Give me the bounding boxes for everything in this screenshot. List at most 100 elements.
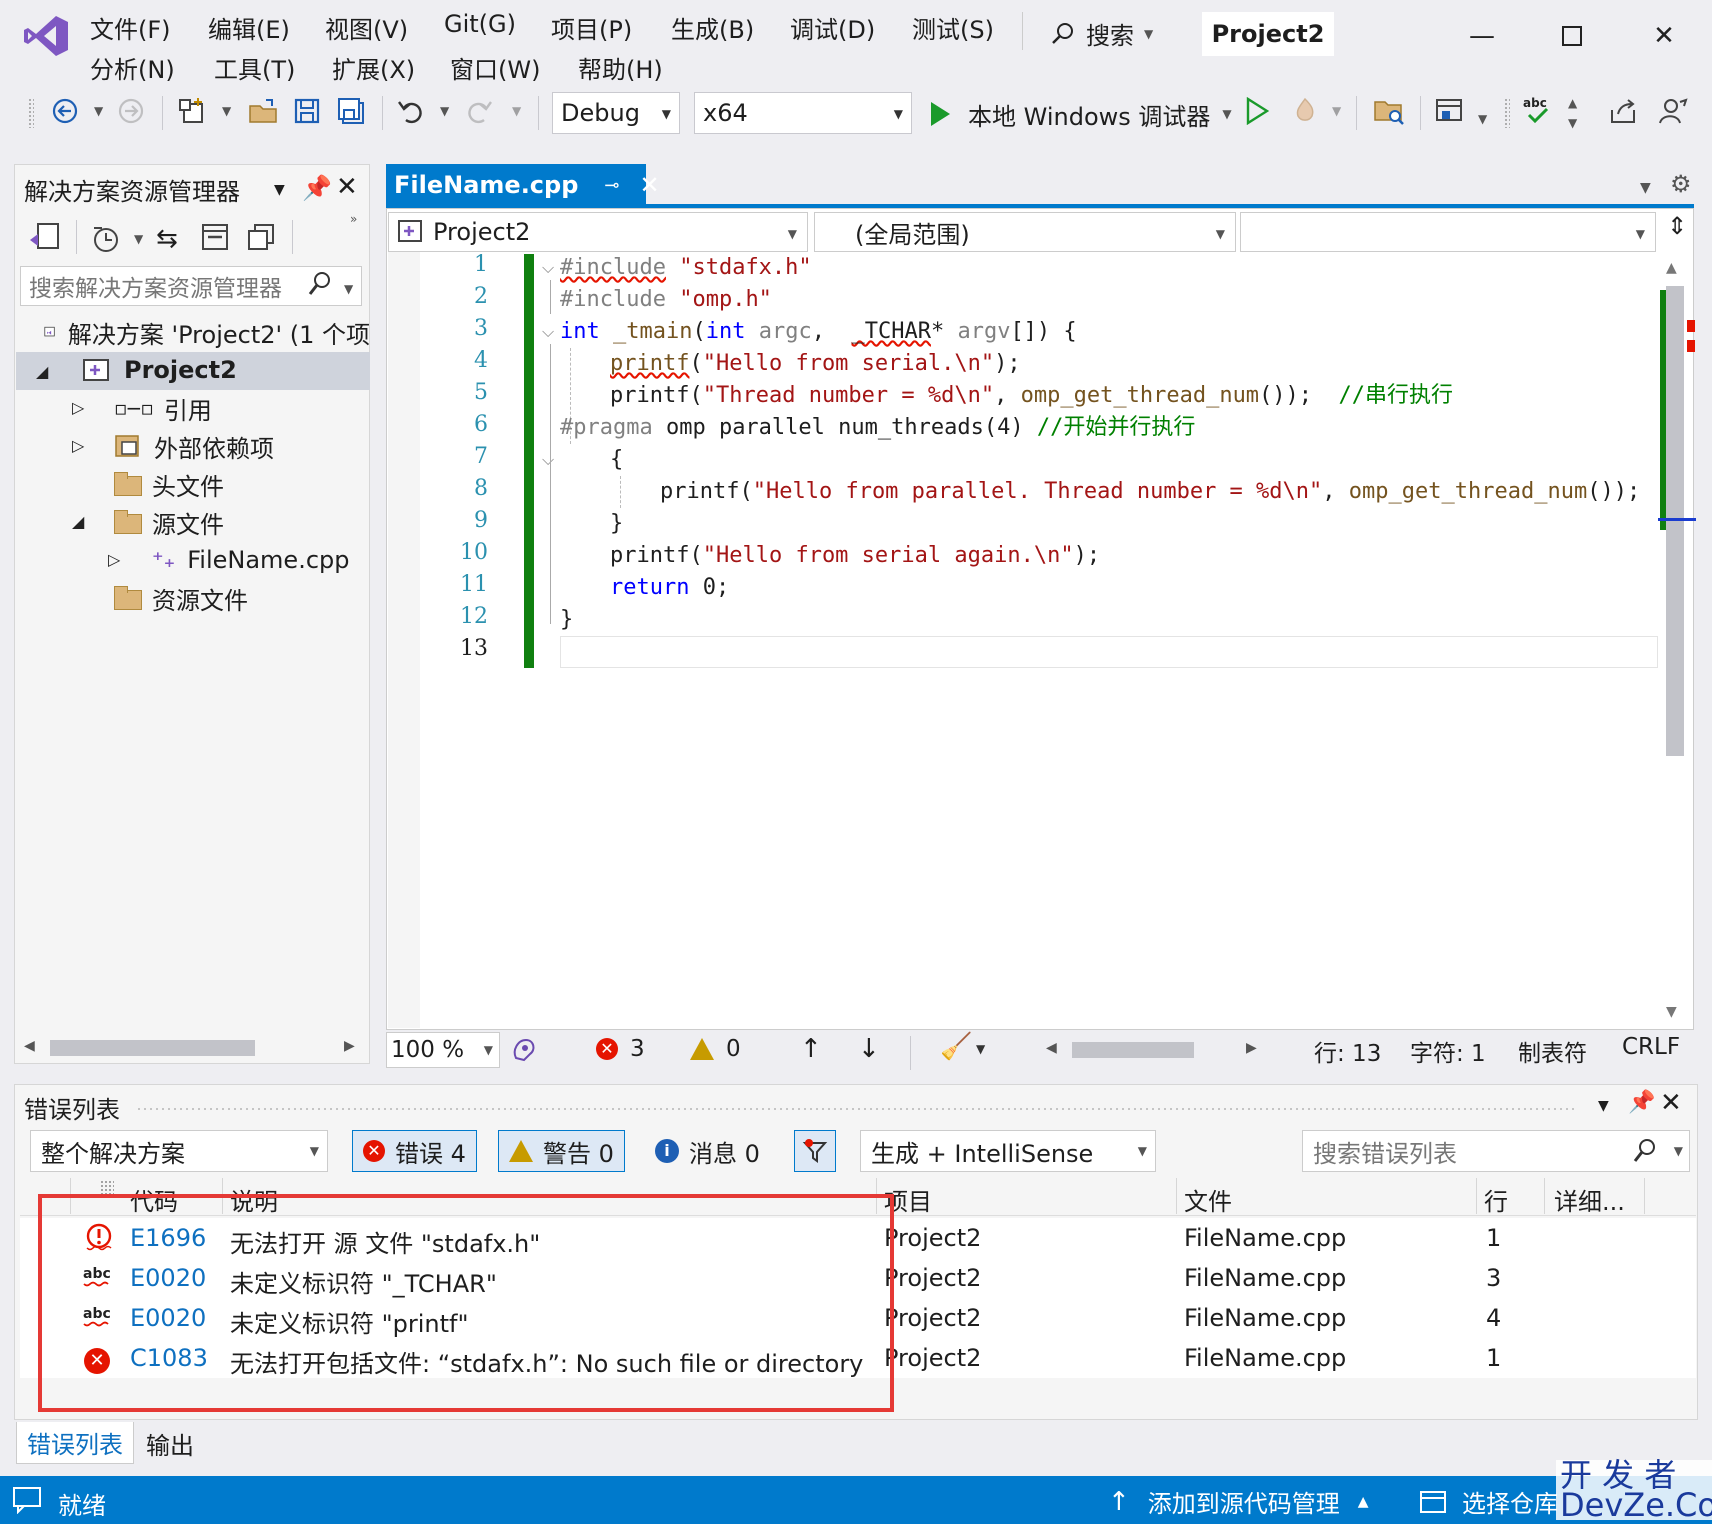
menu-file[interactable]: 文件(F)	[90, 10, 208, 45]
collapse-all-icon[interactable]	[200, 222, 230, 258]
warnings-filter-button[interactable]: 警告 0	[498, 1130, 625, 1172]
column-header-details[interactable]: 详细...	[1554, 1182, 1625, 1217]
chevron-down-icon[interactable]: ▼	[1568, 116, 1577, 130]
hot-reload-icon[interactable]	[1288, 94, 1322, 128]
toolbar-overflow-icon[interactable]: »	[350, 212, 357, 226]
chevron-down-icon[interactable]: ▼	[274, 182, 285, 198]
add-to-source-control-button[interactable]: ↑ 添加到源代码管理 ▲	[1108, 1484, 1369, 1519]
tree-item-project[interactable]: Project2	[82, 352, 237, 388]
scroll-right-icon[interactable]: ▶	[344, 1038, 355, 1054]
column-header-file[interactable]: 文件	[1184, 1182, 1232, 1217]
tree-item-source-files[interactable]: 源文件	[114, 504, 224, 540]
navigate-back-icon[interactable]	[48, 94, 82, 128]
start-debugging-button[interactable]: 本地 Windows 调试器 ▼	[928, 94, 1232, 134]
editor-horizontal-scrollbar[interactable]	[1072, 1042, 1194, 1058]
spell-check-icon[interactable]: abc	[1520, 94, 1554, 128]
share-icon[interactable]	[1606, 94, 1640, 128]
error-scope-combo[interactable]: 整个解决方案 ▼	[30, 1130, 328, 1172]
editor-vertical-scrollbar[interactable]	[1666, 286, 1684, 756]
chevron-down-icon[interactable]: ▼	[440, 104, 449, 118]
select-repository-button[interactable]: 选择仓库	[1418, 1484, 1558, 1519]
maximize-icon[interactable]	[1552, 18, 1592, 54]
gear-icon[interactable]: ⚙	[1670, 170, 1692, 198]
tree-item-header-files[interactable]: 头文件	[114, 466, 224, 502]
scroll-down-icon[interactable]: ▼	[1666, 1004, 1677, 1020]
next-issue-icon[interactable]: ↓	[858, 1034, 880, 1064]
scope-navigation-combo[interactable]: (全局范围) ▼	[814, 212, 1236, 252]
sync-active-document-icon[interactable]: ⇆	[156, 224, 178, 254]
toolbar-grip[interactable]	[1504, 98, 1510, 128]
member-navigation-combo[interactable]: ▼	[1240, 212, 1656, 252]
solution-horizontal-scrollbar[interactable]	[50, 1040, 255, 1056]
menu-edit[interactable]: 编辑(E)	[208, 10, 325, 45]
scroll-left-icon[interactable]: ◀	[24, 1038, 35, 1054]
scroll-left-icon[interactable]: ◀	[1046, 1040, 1057, 1056]
show-all-files-icon[interactable]	[246, 222, 276, 258]
line-ending-indicator[interactable]: CRLF	[1622, 1034, 1680, 1060]
menu-test[interactable]: 测试(S)	[912, 10, 1022, 45]
menu-project[interactable]: 项目(P)	[551, 10, 671, 45]
tree-item-solution[interactable]: 解决方案 'Project2' (1 个项	[44, 314, 370, 350]
column-header-line[interactable]: 行	[1484, 1182, 1508, 1217]
menu-analyze[interactable]: 分析(N)	[90, 50, 214, 85]
menu-build[interactable]: 生成(B)	[671, 10, 790, 45]
chevron-down-icon[interactable]: ▼	[1332, 104, 1341, 118]
chevron-down-icon[interactable]: ▼	[1478, 112, 1487, 126]
configuration-combo[interactable]: Debug ▼	[552, 92, 680, 134]
tab-output[interactable]: 输出	[136, 1422, 204, 1464]
save-icon[interactable]	[290, 94, 324, 128]
zoom-combo[interactable]: 100 % ▼	[386, 1032, 500, 1068]
notification-icon[interactable]	[12, 1486, 42, 1520]
collapsed-triangle-icon[interactable]: ▷	[72, 436, 84, 455]
tab-error-list[interactable]: 错误列表	[16, 1422, 134, 1464]
indent-mode-indicator[interactable]: 制表符	[1518, 1034, 1587, 1068]
redo-icon[interactable]	[462, 94, 496, 128]
line-indicator[interactable]: 行: 13	[1314, 1034, 1381, 1068]
start-without-debugging-icon[interactable]	[1240, 94, 1274, 128]
column-indicator[interactable]: 字符: 1	[1410, 1034, 1486, 1068]
chevron-down-icon[interactable]: ▼	[344, 282, 353, 296]
find-in-files-icon[interactable]	[1372, 94, 1406, 128]
scroll-up-icon[interactable]: ▲	[1666, 260, 1677, 276]
tree-item-external-deps[interactable]: 外部依赖项	[114, 428, 274, 464]
platform-combo[interactable]: x64 ▼	[694, 92, 912, 134]
chevron-down-icon[interactable]: ▼	[1640, 180, 1651, 196]
pin-icon[interactable]: ⊸	[604, 175, 619, 196]
menu-view[interactable]: 视图(V)	[325, 10, 444, 45]
error-count-indicator[interactable]: ✕ 3	[596, 1036, 645, 1062]
errors-filter-button[interactable]: ✕ 错误 4	[352, 1130, 477, 1172]
open-folder-icon[interactable]	[246, 94, 280, 128]
search-button[interactable]: 搜索 ▼	[1050, 16, 1153, 51]
minimize-icon[interactable]: —	[1462, 18, 1502, 54]
code-text-area[interactable]: #include "stdafx.h" #include "omp.h" int…	[420, 252, 1660, 668]
pin-icon[interactable]: 📌	[1628, 1090, 1655, 1115]
chevron-down-icon[interactable]: ▼	[512, 104, 521, 118]
filter-to-document-button[interactable]	[794, 1130, 836, 1172]
pending-changes-icon[interactable]	[90, 222, 122, 260]
tree-item-filename-cpp[interactable]: ⁺₊ FileName.cpp	[152, 542, 350, 578]
tree-item-references[interactable]: ▫−▫ 引用	[114, 390, 212, 426]
chevron-down-icon[interactable]: ▼	[134, 232, 143, 246]
collapsed-triangle-icon[interactable]: ▷	[108, 550, 120, 569]
undo-icon[interactable]	[394, 94, 428, 128]
column-grip-icon[interactable]	[100, 1180, 114, 1194]
messages-filter-button[interactable]: i 消息 0	[644, 1130, 771, 1172]
close-window-icon[interactable]: ✕	[1644, 18, 1684, 54]
chevron-down-icon[interactable]: ▼	[222, 104, 231, 118]
search-icon[interactable]	[308, 270, 334, 306]
toolbar-grip[interactable]	[28, 98, 34, 128]
visual-studio-logo-icon[interactable]	[22, 12, 70, 60]
navigate-forward-icon[interactable]	[114, 94, 148, 128]
menu-debug[interactable]: 调试(D)	[790, 10, 912, 45]
scroll-right-icon[interactable]: ▶	[1246, 1040, 1257, 1056]
close-tab-icon[interactable]: ✕	[640, 171, 660, 199]
chevron-down-icon[interactable]: ▼	[976, 1042, 985, 1056]
menu-window[interactable]: 窗口(W)	[450, 50, 578, 85]
close-panel-icon[interactable]: ✕	[336, 172, 358, 202]
chevron-down-icon[interactable]: ▼	[94, 104, 103, 118]
pin-icon[interactable]: 📌	[302, 174, 332, 202]
previous-issue-icon[interactable]: ↑	[800, 1034, 822, 1064]
intellicode-icon[interactable]	[510, 1036, 538, 1070]
chevron-up-icon[interactable]: ▲	[1568, 96, 1577, 110]
expanded-triangle-icon[interactable]: ◢	[72, 512, 84, 531]
